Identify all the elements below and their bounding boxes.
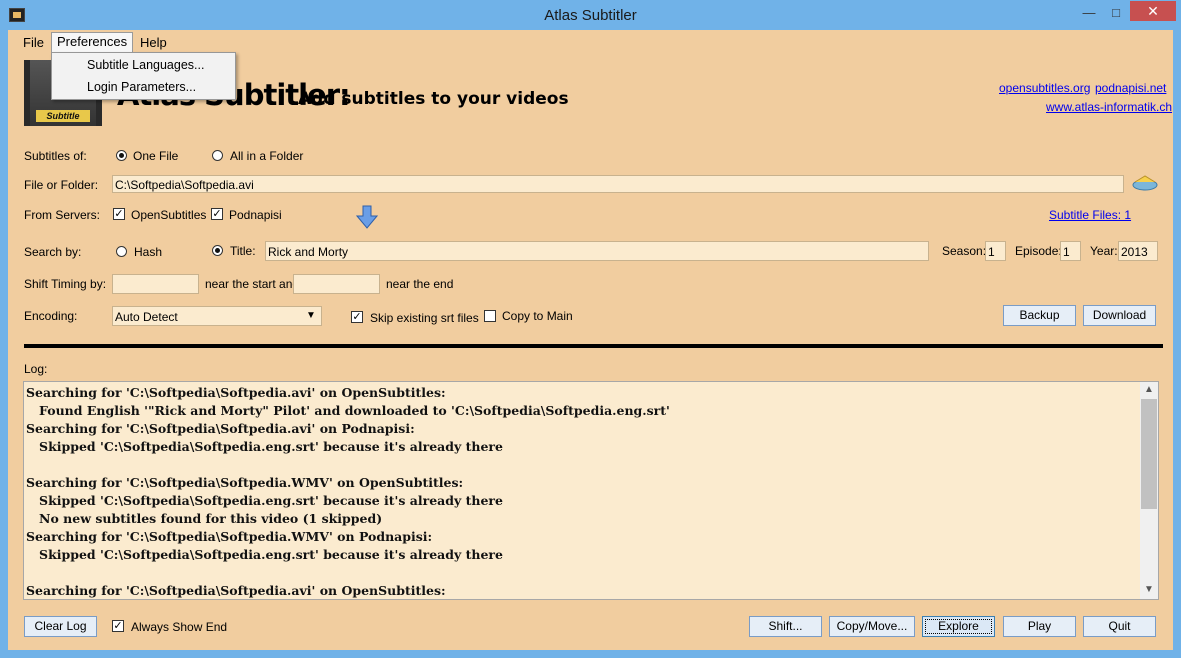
menu-help[interactable]: Help bbox=[135, 34, 172, 52]
skip-existing-label[interactable]: Skip existing srt files bbox=[370, 311, 479, 325]
episode-label: Episode: bbox=[1015, 244, 1062, 258]
log-textbox[interactable]: Searching for 'C:\Softpedia\Softpedia.av… bbox=[23, 381, 1159, 600]
chevron-down-icon[interactable]: ▼ bbox=[302, 307, 320, 325]
from-servers-label: From Servers: bbox=[24, 208, 100, 222]
scroll-down-icon[interactable]: ▼ bbox=[1140, 584, 1158, 595]
scroll-up-icon[interactable]: ▲ bbox=[1140, 384, 1158, 395]
subtitles-of-label: Subtitles of: bbox=[24, 149, 87, 163]
search-by-label: Search by: bbox=[24, 245, 81, 259]
near-end-label: near the end bbox=[386, 277, 453, 291]
maximize-button[interactable]: □ bbox=[1103, 4, 1129, 22]
log-line: Skipped 'C:\Softpedia\Softpedia.eng.srt'… bbox=[26, 546, 503, 564]
app-subtitle: Add subtitles to your videos bbox=[298, 89, 569, 109]
year-label: Year: bbox=[1090, 244, 1118, 258]
title-input[interactable]: Rick and Morty bbox=[265, 241, 929, 261]
explore-button[interactable]: Explore bbox=[922, 616, 995, 637]
copy-to-main-label[interactable]: Copy to Main bbox=[502, 309, 573, 323]
log-line: Found English '"Rick and Morty" Pilot' a… bbox=[26, 402, 670, 420]
link-opensubtitles[interactable]: opensubtitles.org bbox=[999, 81, 1090, 95]
menu-bar bbox=[8, 31, 1173, 53]
near-start-label: near the start and bbox=[205, 277, 299, 291]
menu-item-subtitle-languages[interactable]: Subtitle Languages... bbox=[52, 54, 235, 76]
log-line: Skipped 'C:\Softpedia\Softpedia.eng.srt'… bbox=[26, 492, 503, 510]
arrow-down-icon bbox=[356, 205, 378, 229]
skip-existing-checkbox[interactable]: ✓ bbox=[351, 311, 363, 323]
file-or-folder-label: File or Folder: bbox=[24, 178, 98, 192]
hash-radio[interactable] bbox=[116, 246, 127, 257]
scrollbar-thumb[interactable] bbox=[1141, 399, 1157, 509]
encoding-label: Encoding: bbox=[24, 309, 77, 323]
episode-input[interactable]: 1 bbox=[1060, 241, 1081, 261]
close-button[interactable]: ✕ bbox=[1130, 1, 1176, 21]
shift-button[interactable]: Shift... bbox=[749, 616, 822, 637]
opensubtitles-label[interactable]: OpenSubtitles bbox=[131, 208, 206, 222]
link-podnapisi[interactable]: podnapisi.net bbox=[1095, 81, 1166, 95]
one-file-label[interactable]: One File bbox=[133, 149, 178, 163]
file-or-folder-input[interactable]: C:\Softpedia\Softpedia.avi bbox=[112, 175, 1124, 193]
hash-label[interactable]: Hash bbox=[134, 245, 162, 259]
shift-end-input[interactable] bbox=[293, 274, 380, 294]
all-in-folder-radio[interactable] bbox=[212, 150, 223, 161]
backup-button[interactable]: Backup bbox=[1003, 305, 1076, 326]
season-label: Season: bbox=[942, 244, 986, 258]
subtitle-files-link[interactable]: Subtitle Files: 1 bbox=[1049, 208, 1131, 222]
title-label[interactable]: Title: bbox=[230, 244, 256, 258]
log-line: Skipped 'C:\Softpedia\Softpedia.eng.srt'… bbox=[26, 438, 503, 456]
quit-button[interactable]: Quit bbox=[1083, 616, 1156, 637]
podnapisi-label[interactable]: Podnapisi bbox=[229, 208, 282, 222]
separator bbox=[24, 344, 1163, 348]
download-button[interactable]: Download bbox=[1083, 305, 1156, 326]
log-line: Searching for 'C:\Softpedia\Softpedia.WM… bbox=[26, 528, 432, 546]
clear-log-button[interactable]: Clear Log bbox=[24, 616, 97, 637]
link-atlas-informatik[interactable]: www.atlas-informatik.ch bbox=[1046, 100, 1172, 114]
window-title: Atlas Subtitler bbox=[0, 7, 1181, 24]
menu-preferences[interactable]: Preferences bbox=[51, 32, 133, 53]
play-button[interactable]: Play bbox=[1003, 616, 1076, 637]
season-input[interactable]: 1 bbox=[985, 241, 1006, 261]
menu-file[interactable]: File bbox=[18, 34, 49, 52]
browse-icon[interactable] bbox=[1131, 172, 1159, 194]
preferences-dropdown: Subtitle Languages... Login Parameters..… bbox=[51, 52, 236, 100]
log-line: Searching for 'C:\Softpedia\Softpedia.av… bbox=[26, 384, 446, 402]
copy-move-button[interactable]: Copy/Move... bbox=[829, 616, 915, 637]
title-radio[interactable] bbox=[212, 245, 223, 256]
copy-to-main-checkbox[interactable] bbox=[484, 310, 496, 322]
log-label: Log: bbox=[24, 362, 47, 376]
always-show-end-checkbox[interactable]: ✓ bbox=[112, 620, 124, 632]
shift-start-input[interactable] bbox=[112, 274, 199, 294]
log-line: No new subtitles found for this video (1… bbox=[26, 510, 382, 528]
logo-tag: Subtitle bbox=[36, 110, 90, 122]
log-line: Searching for 'C:\Softpedia\Softpedia.av… bbox=[26, 582, 446, 600]
menu-item-login-parameters[interactable]: Login Parameters... bbox=[52, 76, 235, 98]
log-line: Searching for 'C:\Softpedia\Softpedia.av… bbox=[26, 420, 415, 438]
one-file-radio[interactable] bbox=[116, 150, 127, 161]
shift-timing-label: Shift Timing by: bbox=[24, 277, 106, 291]
podnapisi-checkbox[interactable]: ✓ bbox=[211, 208, 223, 220]
year-input[interactable]: 2013 bbox=[1118, 241, 1158, 261]
always-show-end-label[interactable]: Always Show End bbox=[131, 620, 227, 634]
encoding-select[interactable]: Auto Detect bbox=[112, 306, 322, 326]
all-in-folder-label[interactable]: All in a Folder bbox=[230, 149, 303, 163]
opensubtitles-checkbox[interactable]: ✓ bbox=[113, 208, 125, 220]
minimize-button[interactable]: — bbox=[1076, 4, 1102, 22]
log-line: Searching for 'C:\Softpedia\Softpedia.WM… bbox=[26, 474, 463, 492]
